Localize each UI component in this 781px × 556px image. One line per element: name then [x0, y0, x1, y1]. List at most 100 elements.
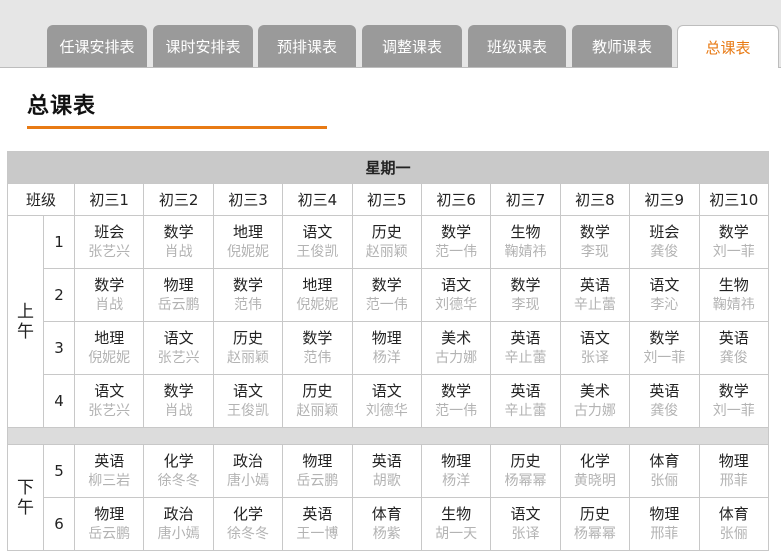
- tab-class-hours[interactable]: 课时安排表: [153, 25, 253, 67]
- schedule-cell[interactable]: 数学 范一伟: [420, 215, 492, 269]
- schedule-cell[interactable]: 物理 岳云鹏: [282, 444, 353, 498]
- teacher-name: 赵丽颖: [226, 350, 269, 366]
- schedule-cell[interactable]: 体育 张俪: [629, 444, 700, 498]
- schedule-cell[interactable]: 数学 刘一菲: [698, 374, 769, 428]
- schedule-cell[interactable]: 语文 张艺兴: [73, 374, 145, 428]
- teacher-name: 王一博: [296, 526, 339, 542]
- subject-label: 数学: [371, 276, 402, 294]
- teacher-name: 黄晓明: [573, 473, 616, 489]
- tab-bar: 任课安排表 课时安排表 预排课表 调整课表 班级课表 教师课表 总课表: [0, 0, 781, 68]
- teacher-name: 鞠婧祎: [712, 297, 755, 313]
- tab-class-schedule[interactable]: 班级课表: [468, 25, 566, 67]
- teacher-name: 岳云鹏: [296, 473, 339, 489]
- teacher-name: 徐冬冬: [157, 473, 200, 489]
- schedule-cell[interactable]: 历史 杨幂幂: [490, 444, 561, 498]
- class-header: 初三7: [490, 183, 561, 216]
- schedule-cell[interactable]: 化学 黄晓明: [559, 444, 631, 498]
- schedule-cell[interactable]: 语文 张艺兴: [143, 321, 214, 375]
- schedule-cell[interactable]: 语文 张译: [490, 497, 561, 551]
- teacher-name: 王俊凯: [226, 403, 269, 419]
- schedule-cell[interactable]: 地理 倪妮妮: [212, 215, 284, 269]
- teacher-name: 辛止蕾: [573, 297, 616, 313]
- schedule-cell[interactable]: 化学 徐冬冬: [143, 444, 214, 498]
- class-header: 初三1: [73, 183, 145, 216]
- subject-label: 政治: [232, 452, 263, 470]
- teacher-name: 范伟: [233, 297, 262, 313]
- subject-label: 物理: [94, 505, 125, 523]
- schedule-cell[interactable]: 英语 龚俊: [629, 374, 700, 428]
- teacher-name: 岳云鹏: [88, 526, 131, 542]
- class-header: 初三5: [351, 183, 422, 216]
- schedule-cell[interactable]: 语文 张译: [559, 321, 631, 375]
- schedule-cell[interactable]: 数学 刘一菲: [698, 215, 769, 269]
- schedule-cell[interactable]: 数学 范一伟: [351, 268, 422, 322]
- teacher-name: 邢菲: [719, 473, 748, 489]
- subject-label: 数学: [718, 223, 749, 241]
- schedule-cell[interactable]: 体育 张俪: [698, 497, 769, 551]
- tab-teaching-assignment[interactable]: 任课安排表: [47, 25, 147, 67]
- schedule-cell[interactable]: 数学 肖战: [73, 268, 145, 322]
- teacher-name: 李现: [580, 244, 609, 260]
- schedule-cell[interactable]: 英语 胡歌: [351, 444, 422, 498]
- schedule-cell[interactable]: 数学 李现: [559, 215, 631, 269]
- schedule-cell[interactable]: 历史 赵丽颖: [282, 374, 353, 428]
- schedule-cell[interactable]: 数学 范伟: [282, 321, 353, 375]
- schedule-cell[interactable]: 历史 赵丽颖: [212, 321, 284, 375]
- schedule-cell[interactable]: 数学 肖战: [143, 215, 214, 269]
- schedule-cell[interactable]: 物理 杨洋: [351, 321, 422, 375]
- schedule-cell[interactable]: 地理 倪妮妮: [73, 321, 145, 375]
- tab-teacher-schedule[interactable]: 教师课表: [572, 25, 672, 67]
- schedule-cell[interactable]: 物理 邢菲: [698, 444, 769, 498]
- teacher-name: 唐小嫣: [157, 526, 200, 542]
- schedule-cell[interactable]: 物理 邢菲: [629, 497, 700, 551]
- teacher-name: 王俊凯: [296, 244, 339, 260]
- schedule-cell[interactable]: 政治 唐小嫣: [143, 497, 214, 551]
- schedule-cell[interactable]: 语文 刘德华: [420, 268, 492, 322]
- schedule-cell[interactable]: 历史 杨幂幂: [559, 497, 631, 551]
- schedule-cell[interactable]: 英语 龚俊: [698, 321, 769, 375]
- schedule-cell[interactable]: 化学 徐冬冬: [212, 497, 284, 551]
- teacher-name: 辛止蕾: [504, 350, 547, 366]
- teacher-name: 龚俊: [719, 350, 748, 366]
- schedule-cell[interactable]: 语文 王俊凯: [282, 215, 353, 269]
- schedule-cell[interactable]: 班会 张艺兴: [73, 215, 145, 269]
- schedule-cell[interactable]: 物理 杨洋: [420, 444, 492, 498]
- tab-adjust-schedule[interactable]: 调整课表: [362, 25, 462, 67]
- schedule-cell[interactable]: 地理 倪妮妮: [282, 268, 353, 322]
- schedule-cell[interactable]: 生物 胡一天: [420, 497, 492, 551]
- subject-label: 美术: [579, 382, 610, 400]
- schedule-cell[interactable]: 班会 龚俊: [629, 215, 700, 269]
- schedule-cell[interactable]: 美术 古力娜: [420, 321, 492, 375]
- title-underline: [27, 126, 327, 129]
- schedule-cell[interactable]: 数学 刘一菲: [629, 321, 700, 375]
- schedule-cell[interactable]: 历史 赵丽颖: [351, 215, 422, 269]
- schedule-cell[interactable]: 数学 李现: [490, 268, 561, 322]
- tab-pre-schedule[interactable]: 预排课表: [258, 25, 356, 67]
- schedule-cell[interactable]: 英语 辛止蕾: [490, 374, 561, 428]
- master-schedule-table: 星期一 班级 初三1 初三2 初三3 初三4 初三5 初三6 初三7 初三8 初三9 初三10 上…: [7, 151, 769, 551]
- schedule-cell[interactable]: 英语 柳三岩: [73, 444, 145, 498]
- schedule-cell[interactable]: 数学 范一伟: [420, 374, 492, 428]
- schedule-cell[interactable]: 生物 鞠婧祎: [698, 268, 769, 322]
- schedule-cell[interactable]: 物理 岳云鹏: [73, 497, 145, 551]
- schedule-cell[interactable]: 英语 辛止蕾: [490, 321, 561, 375]
- schedule-cell[interactable]: 英语 王一博: [282, 497, 353, 551]
- teacher-name: 邢菲: [650, 526, 679, 542]
- schedule-cell[interactable]: 数学 肖战: [143, 374, 214, 428]
- teacher-name: 胡一天: [435, 526, 478, 542]
- tab-master-schedule[interactable]: 总课表: [677, 25, 779, 68]
- schedule-cell[interactable]: 数学 范伟: [212, 268, 284, 322]
- schedule-cell[interactable]: 语文 王俊凯: [212, 374, 284, 428]
- schedule-cell[interactable]: 政治 唐小嫣: [212, 444, 284, 498]
- schedule-cell[interactable]: 语文 李沁: [629, 268, 700, 322]
- schedule-cell[interactable]: 物理 岳云鹏: [143, 268, 214, 322]
- teacher-name: 张艺兴: [88, 244, 131, 260]
- schedule-cell[interactable]: 语文 刘德华: [351, 374, 422, 428]
- schedule-cell[interactable]: 体育 杨紫: [351, 497, 422, 551]
- subject-label: 数学: [441, 223, 472, 241]
- schedule-cell[interactable]: 美术 古力娜: [559, 374, 631, 428]
- schedule-cell[interactable]: 生物 鞠婧祎: [490, 215, 561, 269]
- subject-label: 物理: [649, 505, 680, 523]
- class-header: 初三10: [698, 183, 769, 216]
- schedule-cell[interactable]: 英语 辛止蕾: [559, 268, 631, 322]
